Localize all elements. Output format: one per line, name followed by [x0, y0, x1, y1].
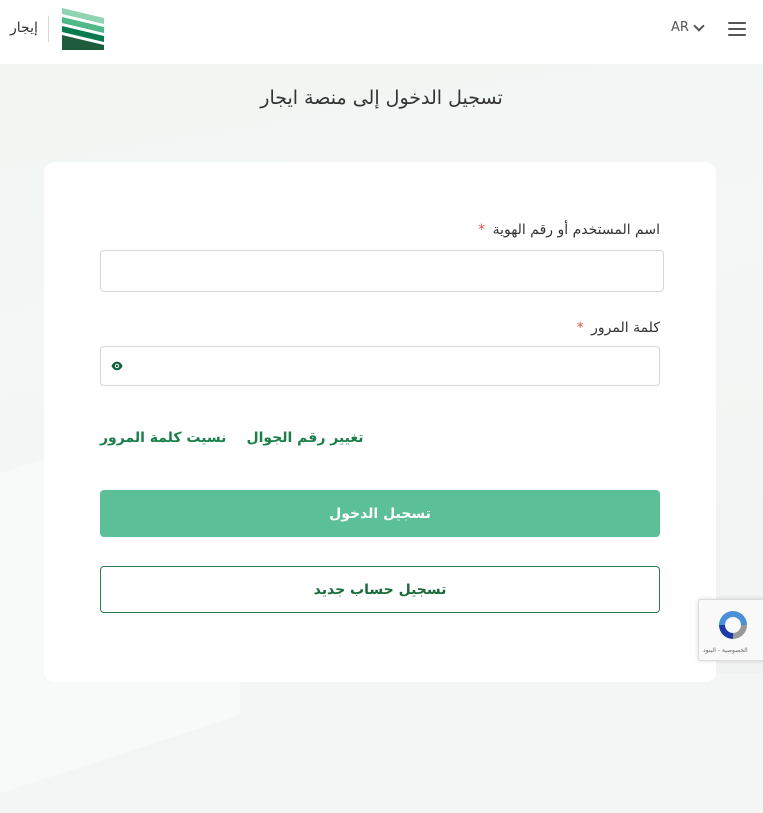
- top-header: AR إيجار: [0, 0, 763, 64]
- recaptcha-icon: [719, 611, 747, 639]
- required-mark: *: [478, 222, 486, 238]
- login-button[interactable]: تسجيل الدخول: [100, 490, 660, 537]
- chevron-down-icon: [693, 19, 705, 32]
- password-input[interactable]: [100, 346, 660, 386]
- account-links: تغيير رقم الجوال نسيت كلمة المرور: [100, 430, 364, 446]
- logo-text[interactable]: إيجار: [10, 20, 38, 36]
- required-mark: *: [576, 320, 584, 336]
- login-card: اسم المستخدم أو رقم الهوية * كلمة المرور…: [44, 162, 716, 682]
- password-label-text: كلمة المرور: [591, 320, 660, 336]
- logo-divider: [48, 16, 49, 42]
- page-title: تسجيل الدخول إلى منصة ايجار: [260, 87, 503, 109]
- username-label: اسم المستخدم أو رقم الهوية *: [478, 222, 660, 238]
- change-mobile-link[interactable]: تغيير رقم الجوال: [246, 430, 363, 446]
- eye-icon[interactable]: [111, 360, 123, 372]
- recaptcha-badge[interactable]: الخصوصية - البنود: [698, 599, 763, 661]
- ejar-logo-icon[interactable]: [60, 8, 104, 50]
- forgot-password-link[interactable]: نسيت كلمة المرور: [100, 430, 226, 446]
- hamburger-menu-icon[interactable]: [728, 22, 746, 36]
- language-selector[interactable]: AR: [671, 19, 705, 35]
- username-label-text: اسم المستخدم أو رقم الهوية: [492, 222, 660, 238]
- password-label: كلمة المرور *: [577, 320, 660, 336]
- username-input[interactable]: [100, 250, 664, 292]
- recaptcha-footer[interactable]: الخصوصية - البنود: [703, 647, 748, 654]
- register-button[interactable]: تسجيل حساب جديد: [100, 566, 660, 613]
- language-label: AR: [671, 20, 689, 35]
